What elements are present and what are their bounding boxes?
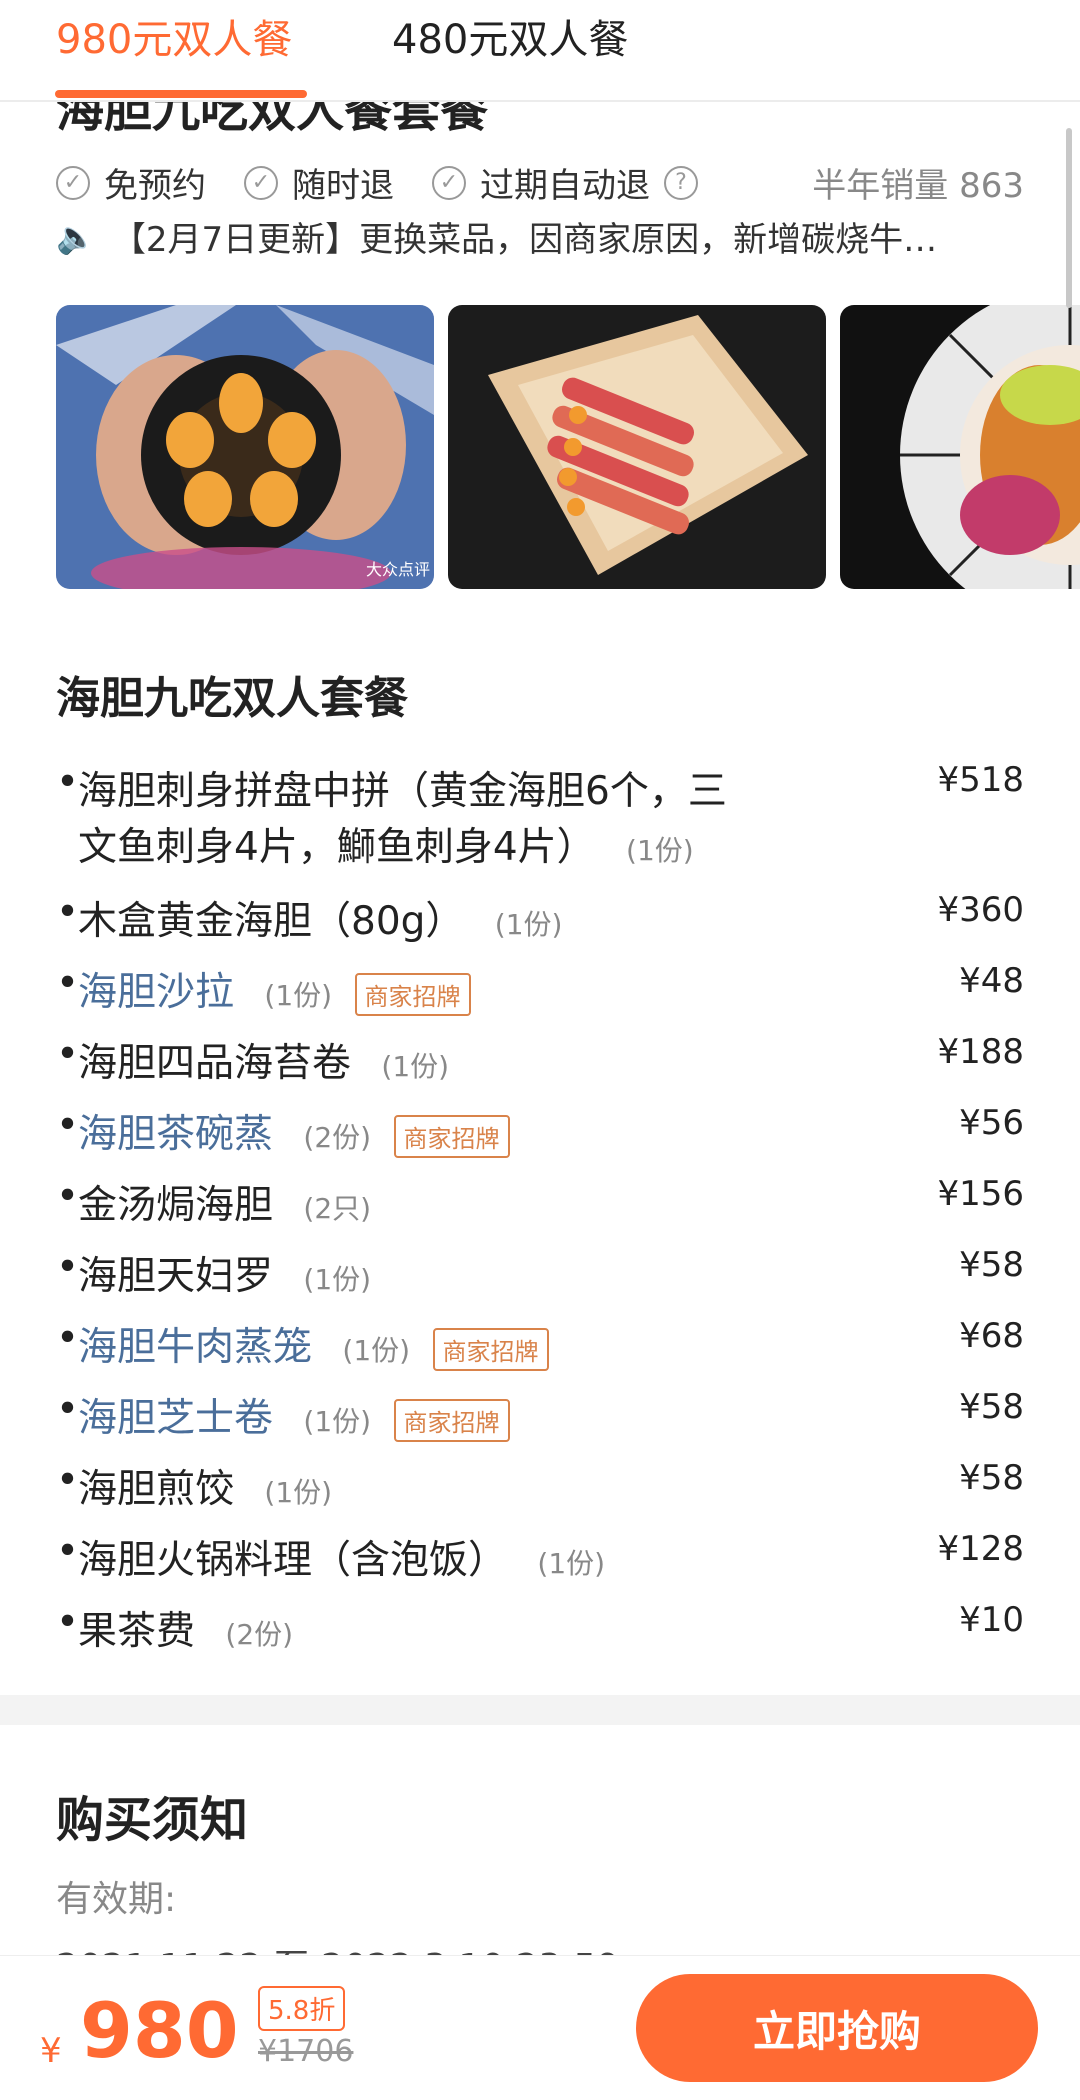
section-divider [0,1695,1080,1725]
menu-title: 海胆九吃双人套餐 [56,673,408,724]
menu-item: • 海胆四品海苔卷 (1份) ¥188 [56,1032,1024,1086]
speaker-icon: 🔈 [56,217,96,256]
menu-item: • 海胆刺身拼盘中拼（黄金海胆6个，三 文鱼刺身4片，鰤鱼刺身4片） (1份) … [56,760,1024,870]
check-circle-icon: ✓ [244,165,278,200]
menu-item: • 木盒黄金海胆（80g） (1份) ¥360 [56,890,1024,944]
check-circle-icon: ✓ [432,165,466,200]
item-price: ¥48 [959,961,1024,1001]
item-price: ¥518 [937,760,1024,800]
signature-badge: 商家招牌 [432,1328,549,1371]
feature-auto-refund: ✓ 过期自动退 ? [432,158,698,207]
menu-item[interactable]: • 海胆茶碗蒸 (2份) 商家招牌 ¥56 [56,1103,1024,1159]
item-price: ¥56 [959,1103,1024,1143]
update-notice[interactable]: 🔈 【2月7日更新】更换菜品，因商家原因，新增碳烧牛… [56,212,1024,261]
validity-label: 有效期: [56,1879,177,1920]
item-price: ¥10 [959,1600,1024,1640]
signature-badge: 商家招牌 [393,1399,510,1442]
tab-980-set[interactable]: 980元双人餐 [56,16,292,64]
sales-count: 半年销量 863 [812,166,1024,206]
currency-symbol: ¥ [40,2031,62,2071]
menu-item[interactable]: • 海胆牛肉蒸笼 (1份) 商家招牌 ¥68 [56,1316,1024,1372]
item-price: ¥58 [959,1458,1024,1498]
help-circle-icon[interactable]: ? [664,165,698,200]
menu-item: • 海胆火锅料理（含泡饭） (1份) ¥128 [56,1529,1024,1583]
buy-now-button[interactable]: 立即抢购 [636,1974,1038,2082]
purchase-bar: ¥ 980 5.8折 ¥1706 立即抢购 [0,1955,1080,2100]
feature-no-reservation: ✓ 免预约 [56,158,206,207]
feature-row: ✓ 免预约 ✓ 随时退 ✓ 过期自动退 ? 半年销量 863 [56,158,1024,206]
item-price: ¥58 [959,1387,1024,1427]
item-price: ¥188 [937,1032,1024,1072]
item-price: ¥128 [937,1529,1024,1569]
purchase-notes-title: 购买须知 [56,1792,249,1848]
tab-480-set[interactable]: 480元双人餐 [392,16,628,64]
sea-urchin-photo[interactable]: 大众点评 [56,305,434,589]
menu-item: • 果茶费 (2份) ¥10 [56,1600,1024,1654]
wooden-box-photo[interactable] [448,305,826,589]
deal-price: 980 [80,1986,239,2075]
scrollbar[interactable] [1066,128,1072,308]
item-price: ¥68 [959,1316,1024,1356]
tab-bar: 980元双人餐 480元双人餐 [0,0,1080,102]
signature-badge: 商家招牌 [354,973,471,1016]
discount-badge: 5.8折 [258,1986,346,2031]
menu-item[interactable]: • 海胆沙拉 (1份) 商家招牌 ¥48 [56,961,1024,1017]
menu-item: • 海胆煎饺 (1份) ¥58 [56,1458,1024,1512]
photo-gallery[interactable]: 大众点评 [56,305,1080,589]
original-price: ¥1706 [258,2034,354,2069]
item-price: ¥156 [937,1174,1024,1214]
feature-refund-anytime: ✓ 随时退 [244,158,394,207]
item-price: ¥58 [959,1245,1024,1285]
watermark-text: 大众点评 [366,560,430,579]
signature-badge: 商家招牌 [393,1115,510,1158]
notice-text: 【2月7日更新】更换菜品，因商家原因，新增碳烧牛… [111,220,938,260]
menu-item: • 海胆天妇罗 (1份) ¥58 [56,1245,1024,1299]
menu-item: • 金汤焗海胆 (2只) ¥156 [56,1174,1024,1228]
active-tab-indicator [55,90,307,98]
menu-item[interactable]: • 海胆芝士卷 (1份) 商家招牌 ¥58 [56,1387,1024,1443]
check-circle-icon: ✓ [56,165,90,200]
item-price: ¥360 [937,890,1024,930]
salad-plate-photo[interactable] [840,305,1080,589]
